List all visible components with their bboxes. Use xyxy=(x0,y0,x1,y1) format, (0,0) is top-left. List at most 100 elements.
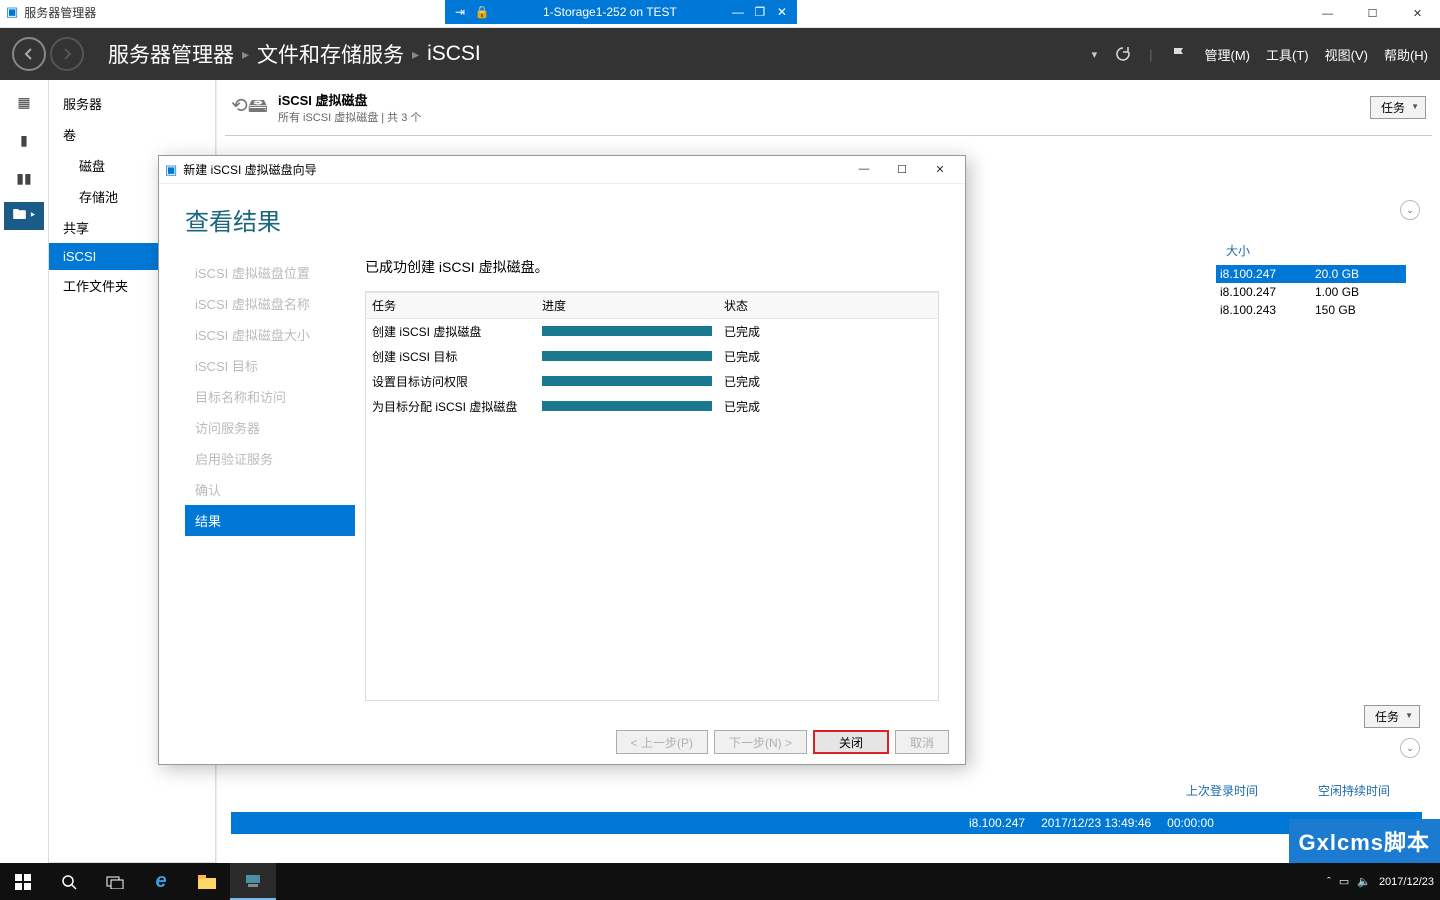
vm-title: 1-Storage1-252 on TEST xyxy=(493,5,727,19)
col-progress: 进度 xyxy=(536,293,718,319)
search-icon[interactable] xyxy=(46,863,92,900)
progress-bar xyxy=(542,351,712,361)
menu-manage[interactable]: 管理(M) xyxy=(1205,45,1251,64)
task-row: 创建 iSCSI 虚拟磁盘已完成 xyxy=(366,319,938,345)
tasks-dropdown[interactable]: 任务 xyxy=(1370,96,1426,119)
start-button[interactable] xyxy=(0,863,46,900)
table-row[interactable]: i8.100.24720.0 GB xyxy=(1216,265,1406,283)
progress-bar xyxy=(542,376,712,386)
wizard-step: 目标名称和访问 xyxy=(185,381,355,412)
collapse-toggle-lower[interactable]: ⌄ xyxy=(1400,738,1420,758)
panel-title: iSCSI 虚拟磁盘 xyxy=(278,93,368,108)
tray-volume-icon[interactable]: 🔈 xyxy=(1357,875,1371,888)
host-close-button[interactable]: ✕ xyxy=(1395,0,1440,28)
table-row[interactable]: i8.100.243150 GB xyxy=(1216,301,1406,319)
tray-date[interactable]: 2017/12/23 xyxy=(1379,876,1434,888)
bg-disks-table: 大小 i8.100.24720.0 GB i8.100.2471.00 GB i… xyxy=(1216,242,1406,319)
chevron-right-icon: ▸ xyxy=(242,46,249,63)
wizard-titlebar: ▣ 新建 iSCSI 虚拟磁盘向导 — ☐ ✕ xyxy=(159,156,965,184)
col-status: 状态 xyxy=(718,293,938,319)
vm-minimize-button[interactable]: — xyxy=(727,5,749,19)
ie-icon[interactable]: e xyxy=(138,863,184,900)
host-maximize-button[interactable]: ☐ xyxy=(1350,0,1395,28)
system-tray[interactable]: ˆ ▭ 🔈 2017/12/23 xyxy=(1327,863,1440,900)
task-row: 创建 iSCSI 目标已完成 xyxy=(366,344,938,369)
task-row: 设置目标访问权限已完成 xyxy=(366,369,938,394)
vm-lock-icon[interactable]: 🔒 xyxy=(471,5,493,19)
sm-mini-title-text: 服务器管理器 xyxy=(24,4,96,21)
wizard-step: iSCSI 目标 xyxy=(185,350,355,381)
lower-row-idle: 00:00:00 xyxy=(1167,816,1214,830)
wizard-task-table: 任务 进度 状态 创建 iSCSI 虚拟磁盘已完成 创建 iSCSI 目标已完成… xyxy=(366,292,938,419)
table-row[interactable]: i8.100.2471.00 GB xyxy=(1216,283,1406,301)
tray-network-icon[interactable]: ▭ xyxy=(1339,875,1349,888)
site-watermark: Gxlcms脚本 xyxy=(1289,819,1440,863)
panel-header: ⟲🖴 iSCSI 虚拟磁盘 所有 iSCSI 虚拟磁盘 | 共 3 个 任务 xyxy=(225,84,1432,136)
progress-bar xyxy=(542,326,712,336)
vm-close-button[interactable]: ✕ xyxy=(771,5,793,19)
prev-button[interactable]: < 上一步(P) xyxy=(616,730,708,754)
collapse-toggle[interactable]: ⌄ xyxy=(1400,200,1420,220)
refresh-icon[interactable] xyxy=(1113,44,1133,64)
menu-tools[interactable]: 工具(T) xyxy=(1266,45,1309,64)
vm-connection-bar: ⇥ 🔒 1-Storage1-252 on TEST — ❐ ✕ xyxy=(445,0,797,24)
wizard-step: 确认 xyxy=(185,474,355,505)
host-minimize-button[interactable]: — xyxy=(1305,0,1350,28)
wizard-message: 已成功创建 iSCSI 虚拟磁盘。 xyxy=(365,257,939,277)
menu-view[interactable]: 视图(V) xyxy=(1325,45,1368,64)
breadcrumb: 服务器管理器 ▸ 文件和存储服务 ▸ iSCSI xyxy=(108,39,481,69)
tasks-dropdown-lower[interactable]: 任务 xyxy=(1364,705,1420,728)
vm-pin-icon[interactable]: ⇥ xyxy=(449,5,471,19)
wizard-step: 启用验证服务 xyxy=(185,443,355,474)
breadcrumb-leaf[interactable]: iSCSI xyxy=(427,42,481,66)
explorer-icon[interactable] xyxy=(184,863,230,900)
col-task: 任务 xyxy=(366,293,536,319)
close-button[interactable]: 关闭 xyxy=(813,730,889,754)
wizard-steps: iSCSI 虚拟磁盘位置 iSCSI 虚拟磁盘名称 iSCSI 虚拟磁盘大小 i… xyxy=(185,257,355,712)
wizard-maximize-button[interactable]: ☐ xyxy=(883,163,921,176)
nav-forward-button[interactable] xyxy=(50,37,84,71)
tray-up-icon[interactable]: ˆ xyxy=(1327,876,1331,888)
col-size[interactable]: 大小 xyxy=(1216,242,1406,265)
task-row: 为目标分配 iSCSI 虚拟磁盘已完成 xyxy=(366,394,938,419)
flag-icon[interactable] xyxy=(1169,44,1189,64)
left-icon-strip: ▦ ▮ ▮▮ 🖿 ▸ xyxy=(0,80,48,863)
wizard-heading: 查看结果 xyxy=(185,202,939,237)
wizard-footer: < 上一步(P) 下一步(N) > 关闭 取消 xyxy=(159,720,965,764)
all-servers-icon[interactable]: ▮▮ xyxy=(4,164,44,192)
windows-taskbar: e ˆ ▭ 🔈 2017/12/23 xyxy=(0,863,1440,900)
wizard-step: iSCSI 虚拟磁盘名称 xyxy=(185,288,355,319)
chevron-right-icon: ▸ xyxy=(412,46,419,63)
wizard-step-current: 结果 xyxy=(185,505,355,536)
dashboard-icon[interactable]: ▦ xyxy=(4,88,44,116)
next-button[interactable]: 下一步(N) > xyxy=(714,730,807,754)
wizard-minimize-button[interactable]: — xyxy=(845,163,883,176)
panel-icon: ⟲🖴 xyxy=(231,91,268,125)
menu-help[interactable]: 帮助(H) xyxy=(1384,45,1428,64)
local-server-icon[interactable]: ▮ xyxy=(4,126,44,154)
server-manager-icon: ▣ xyxy=(6,4,18,20)
server-manager-taskbar-icon[interactable] xyxy=(230,863,276,900)
lower-row-time: 2017/12/23 13:49:46 xyxy=(1041,816,1151,830)
nav-back-button[interactable] xyxy=(12,37,46,71)
wizard-step: iSCSI 虚拟磁盘大小 xyxy=(185,319,355,350)
lower-row-ip: i8.100.247 xyxy=(969,816,1025,830)
wizard-close-button[interactable]: ✕ xyxy=(921,163,959,176)
dropdown-caret-icon[interactable]: ▾ xyxy=(1092,48,1098,61)
sm-header: 服务器管理器 ▸ 文件和存储服务 ▸ iSCSI ▾ | 管理(M) 工具(T)… xyxy=(0,28,1440,80)
nav-volumes[interactable]: 卷 xyxy=(49,119,215,150)
wizard-step: 访问服务器 xyxy=(185,412,355,443)
breadcrumb-mid[interactable]: 文件和存储服务 xyxy=(257,39,404,69)
cancel-button[interactable]: 取消 xyxy=(895,730,949,754)
wizard-step: iSCSI 虚拟磁盘位置 xyxy=(185,257,355,288)
iscsi-wizard-dialog: ▣ 新建 iSCSI 虚拟磁盘向导 — ☐ ✕ 查看结果 iSCSI 虚拟磁盘位… xyxy=(158,155,966,765)
sm-mini-title: ▣ 服务器管理器 xyxy=(0,0,96,24)
vm-maximize-button[interactable]: ❐ xyxy=(749,5,771,19)
taskview-icon[interactable] xyxy=(92,863,138,900)
wizard-icon: ▣ xyxy=(165,162,177,178)
file-storage-icon[interactable]: 🖿 ▸ xyxy=(4,202,44,230)
wizard-title: 新建 iSCSI 虚拟磁盘向导 xyxy=(183,161,316,178)
nav-servers[interactable]: 服务器 xyxy=(49,88,215,119)
breadcrumb-root[interactable]: 服务器管理器 xyxy=(108,39,234,69)
panel-subtitle: 所有 iSCSI 虚拟磁盘 | 共 3 个 xyxy=(278,109,421,125)
